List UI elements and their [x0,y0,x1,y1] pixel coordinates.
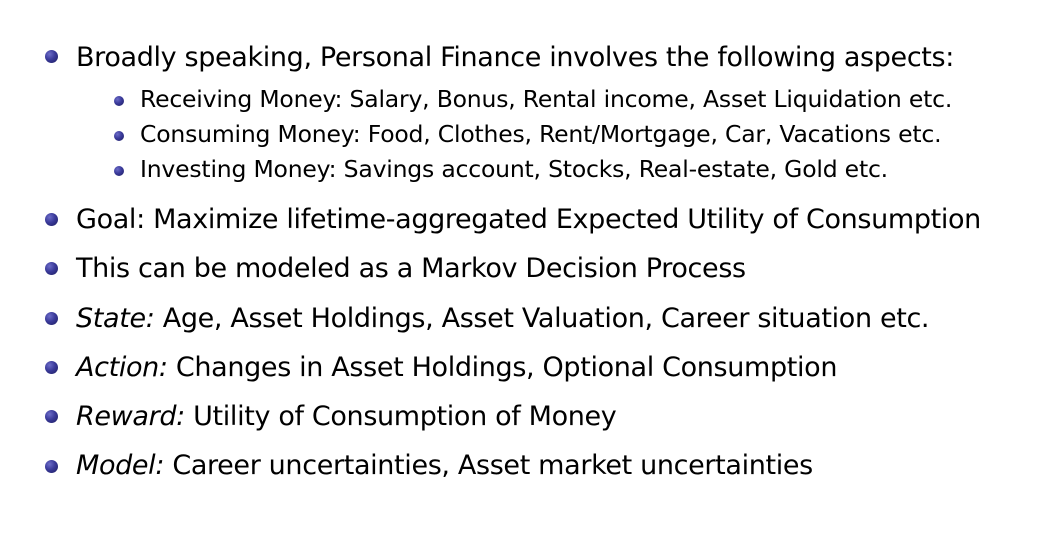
sub-bullet-icon [114,131,124,141]
bullet-text: Career uncertainties, Asset market uncer… [172,450,813,481]
bullet-text: Age, Asset Holdings, Asset Valuation, Ca… [162,303,930,334]
sub-bullet-icon [114,166,124,176]
sub-bullet-investing-money: Investing Money: Savings account, Stocks… [140,155,888,183]
bullet-label: Reward: [76,401,185,432]
bullet-icon [45,213,58,226]
bullet-icon [45,50,58,63]
sub-bullet-text: Investing Money: Savings account, Stocks… [140,155,888,183]
sub-bullet-consuming-money: Consuming Money: Food, Clothes, Rent/Mor… [140,120,942,148]
bullet-icon [45,361,58,374]
bullet-text: Utility of Consumption of Money [193,401,617,432]
bullet-text: This can be modeled as a Markov Decision… [76,253,746,284]
bullet-action: Action: Changes in Asset Holdings, Optio… [76,354,837,381]
slide: Broadly speaking, Personal Finance invol… [0,0,1040,540]
bullet-state: State: Age, Asset Holdings, Asset Valuat… [76,303,930,334]
bullet-mdp: This can be modeled as a Markov Decision… [76,255,746,282]
bullet-reward: Reward: Utility of Consumption of Money [76,401,617,432]
bullet-label: Model: [76,450,165,481]
bullet-text: Changes in Asset Holdings, Optional Cons… [175,352,838,383]
sub-bullet-receiving-money: Receiving Money: Salary, Bonus, Rental i… [140,85,953,113]
sub-bullet-text: Receiving Money: Salary, Bonus, Rental i… [140,85,953,113]
bullet-label: State: [76,303,155,334]
bullet-text: Goal: Maximize lifetime-aggregated Expec… [76,204,981,235]
bullet-icon [45,460,58,473]
sub-bullet-text: Consuming Money: Food, Clothes, Rent/Mor… [140,120,942,148]
bullet-label: Action: [76,352,168,383]
bullet-text: Broadly speaking, Personal Finance invol… [76,42,955,73]
bullet-goal: Goal: Maximize lifetime-aggregated Expec… [76,206,981,233]
bullet-icon [45,262,58,275]
bullet-icon [45,410,58,423]
bullet-model: Model: Career uncertainties, Asset marke… [76,452,813,479]
bullet-icon [45,312,58,325]
sub-bullet-icon [114,96,124,106]
bullet-personal-finance: Broadly speaking, Personal Finance invol… [76,44,954,71]
